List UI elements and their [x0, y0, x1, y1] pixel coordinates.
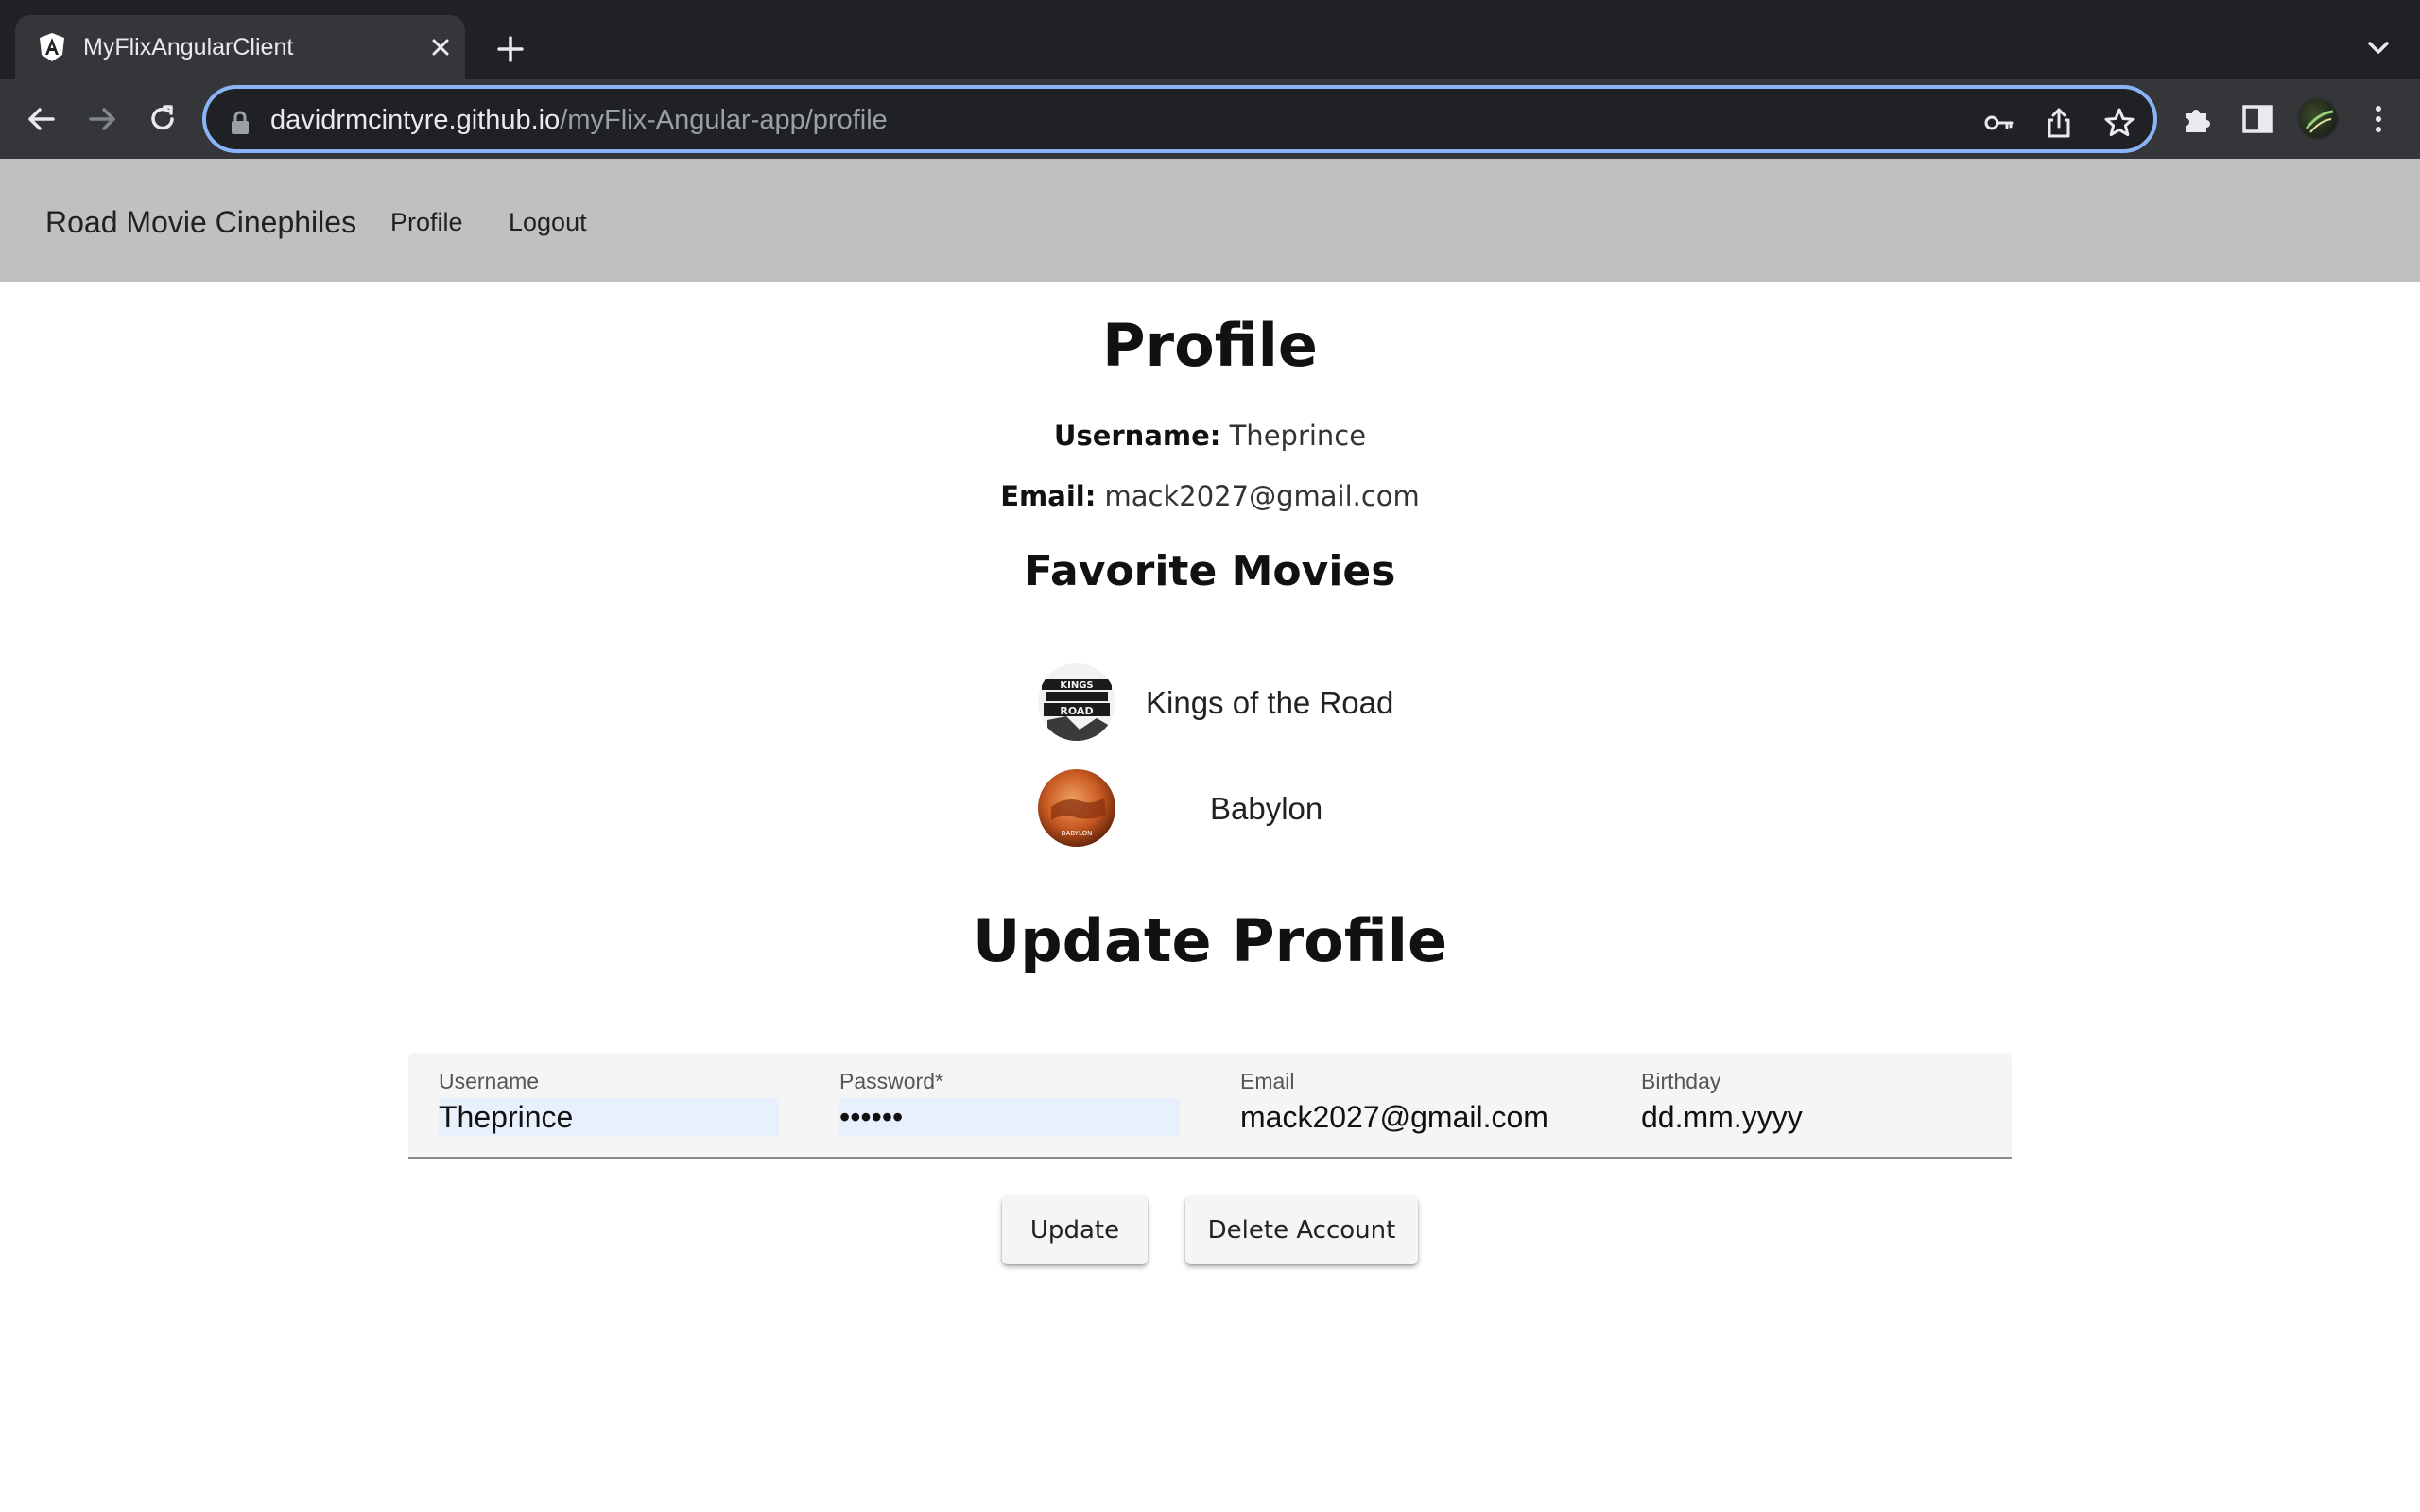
angular-favicon-icon [40, 33, 64, 61]
extensions-icon[interactable] [2178, 100, 2216, 138]
username-field[interactable]: Username [408, 1053, 809, 1157]
tab-strip: MyFlixAngularClient [0, 0, 2420, 79]
birthday-field[interactable]: Birthday [1611, 1053, 2012, 1157]
browser-toolbar: davidrmcintyre.github.io/myFlix-Angular-… [0, 79, 2420, 159]
password-field-label: Password* [839, 1069, 943, 1093]
update-profile-heading: Update Profile [972, 906, 1448, 975]
chevron-down-icon[interactable] [2360, 28, 2397, 66]
browser-tab[interactable]: MyFlixAngularClient [15, 15, 465, 79]
brand-title[interactable]: Road Movie Cinephiles [45, 204, 356, 240]
lock-icon[interactable] [229, 110, 251, 136]
svg-text:KINGS: KINGS [1060, 680, 1093, 691]
email-input[interactable] [1240, 1098, 1581, 1136]
username-info: Username: Theprince [0, 418, 2420, 454]
favorite-movie-item[interactable]: KINGS ROAD Kings of the Road [1038, 663, 1393, 743]
username-label: Username: [1053, 420, 1221, 452]
favorite-movies-heading: Favorite Movies [1024, 547, 1396, 595]
favorite-movie-item[interactable]: BABYLON Babylon [1038, 769, 1378, 849]
delete-account-button[interactable]: Delete Account [1185, 1196, 1418, 1264]
page-title: Profile [1102, 311, 1318, 380]
email-info: Email: mack2027@gmail.com [0, 478, 2420, 514]
back-icon[interactable] [21, 98, 62, 140]
password-field[interactable]: Password* [809, 1053, 1210, 1157]
tab-title: MyFlixAngularClient [83, 34, 294, 60]
email-label: Email: [1000, 480, 1097, 512]
movie-thumbnail[interactable]: KINGS ROAD [1038, 663, 1115, 741]
svg-text:BABYLON: BABYLON [1062, 830, 1093, 837]
birthday-input[interactable] [1641, 1098, 1981, 1136]
key-icon[interactable] [1981, 106, 2015, 140]
email-field-label: Email [1240, 1069, 1295, 1093]
update-profile-form: Username Password* Email Birthday [408, 1053, 2012, 1159]
babylon-poster-icon: BABYLON [1038, 769, 1115, 847]
username-field-label: Username [439, 1069, 540, 1093]
birthday-field-label: Birthday [1641, 1069, 1721, 1093]
email-field[interactable]: Email [1210, 1053, 1611, 1157]
url-host: davidrmcintyre.github.io [270, 105, 561, 135]
url-path: /myFlix-Angular-app/profile [560, 105, 888, 135]
address-bar[interactable]: davidrmcintyre.github.io/myFlix-Angular-… [202, 85, 2157, 153]
update-button[interactable]: Update [1002, 1196, 1148, 1264]
nav-link-logout[interactable]: Logout [509, 206, 587, 238]
kings-of-the-road-poster-icon: KINGS ROAD [1038, 663, 1115, 741]
svg-text:ROAD: ROAD [1060, 705, 1093, 717]
nav-link-profile[interactable]: Profile [390, 206, 463, 238]
username-value: Theprince [1229, 420, 1367, 452]
menu-kebab-icon[interactable] [2360, 100, 2397, 138]
browser-window: MyFlixAngularClient davidrmcintyre.githu… [0, 0, 2420, 1512]
reload-icon[interactable] [142, 98, 183, 140]
new-tab-icon[interactable] [492, 30, 529, 68]
email-value: mack2027@gmail.com [1104, 480, 1420, 512]
avatar-image-icon [2305, 110, 2334, 133]
star-icon[interactable] [2102, 106, 2136, 140]
close-tab-icon[interactable] [424, 30, 458, 64]
profile-avatar[interactable] [2297, 98, 2339, 140]
side-panel-icon[interactable] [2238, 100, 2276, 138]
username-input[interactable] [439, 1098, 779, 1136]
share-icon[interactable] [2042, 106, 2076, 140]
movie-title[interactable]: Babylon [1210, 790, 1322, 828]
password-input[interactable] [839, 1098, 1180, 1136]
movie-thumbnail[interactable]: BABYLON [1038, 769, 1115, 847]
forward-icon[interactable] [81, 98, 123, 140]
url-text[interactable]: davidrmcintyre.github.io/myFlix-Angular-… [270, 103, 888, 137]
movie-title[interactable]: Kings of the Road [1146, 684, 1393, 722]
app-navbar: Road Movie Cinephiles Profile Logout [0, 159, 2420, 282]
